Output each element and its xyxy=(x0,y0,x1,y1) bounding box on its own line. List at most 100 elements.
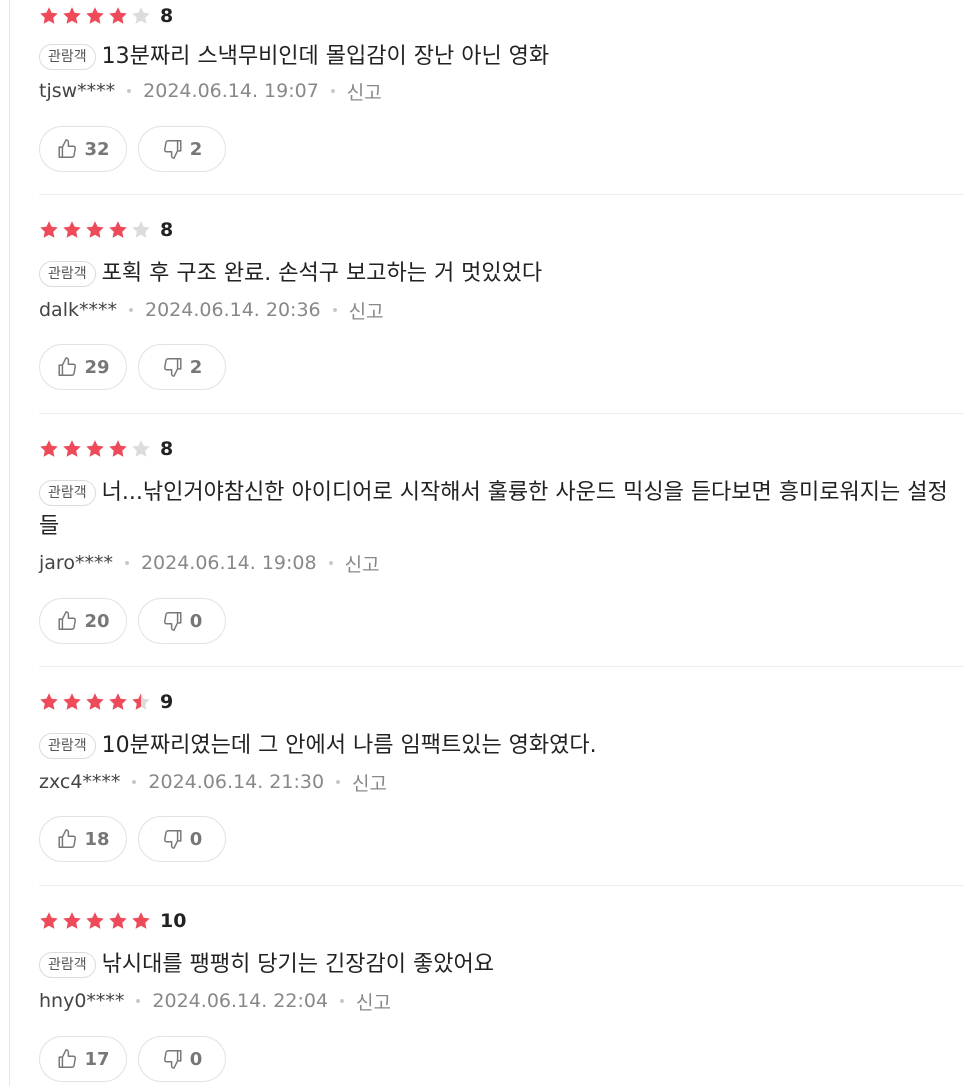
thumbs-up-icon xyxy=(58,1049,77,1068)
thumbs-down-icon xyxy=(163,140,182,159)
thumbs-up-icon xyxy=(58,611,77,630)
viewer-badge: 관람객 xyxy=(39,952,96,978)
star-filled-icon xyxy=(86,693,104,710)
star-filled-icon xyxy=(109,221,127,238)
star-rating xyxy=(39,220,154,240)
star-filled-icon xyxy=(40,912,58,929)
separator-dot xyxy=(136,999,141,1003)
author-name[interactable]: tjsw**** xyxy=(39,80,115,102)
rating: 8 xyxy=(39,5,173,27)
separator-dot xyxy=(328,561,333,565)
star-rating xyxy=(39,439,154,459)
thumbs-up-icon xyxy=(58,829,77,848)
like-button[interactable]: 20 xyxy=(39,598,127,644)
review-text: 너...낚인거야참신한 아이디어로 시작해서 훌륭한 사운드 믹싱을 듣다보면 … xyxy=(39,480,948,539)
review-text: 10분짜리였는데 그 안에서 나름 임팩트있는 영화였다. xyxy=(101,733,597,758)
thumbs-down-icon xyxy=(163,358,182,377)
dislike-button[interactable]: 0 xyxy=(138,816,226,862)
review-body: 관람객 포획 후 구조 완료. 손석구 보고하는 거 멋있었다 xyxy=(39,257,964,291)
star-rating xyxy=(39,911,154,931)
vote-buttons: 20 0 xyxy=(39,598,237,644)
like-count: 20 xyxy=(84,610,110,632)
rating: 9 xyxy=(39,691,173,713)
review-item: 8 관람객 너...낚인거야참신한 아이디어로 시작해서 훌륭한 사운드 믹싱을 … xyxy=(39,414,964,667)
dislike-button[interactable]: 2 xyxy=(138,126,226,172)
star-filled-icon xyxy=(40,440,58,457)
review-text: 포획 후 구조 완료. 손석구 보고하는 거 멋있었다 xyxy=(101,261,543,286)
review-meta: zxc4**** 2024.06.14. 21:30 신고 xyxy=(39,769,387,795)
vote-buttons: 32 2 xyxy=(39,126,237,172)
star-filled-icon xyxy=(109,440,127,457)
rating-score: 8 xyxy=(160,5,174,27)
like-count: 29 xyxy=(84,356,110,378)
review-meta: tjsw**** 2024.06.14. 19:07 신고 xyxy=(39,78,382,104)
review-text: 낚시대를 팽팽히 당기는 긴장감이 좋았어요 xyxy=(101,952,494,977)
rating-score: 8 xyxy=(160,438,174,460)
review-meta: dalk**** 2024.06.14. 20:36 신고 xyxy=(39,297,384,323)
rating-score: 10 xyxy=(160,910,187,932)
review-date: 2024.06.14. 21:30 xyxy=(148,771,325,793)
star-filled-icon xyxy=(109,912,127,929)
star-filled-icon xyxy=(63,221,81,238)
star-filled-icon xyxy=(63,912,81,929)
vote-buttons: 18 0 xyxy=(39,816,237,862)
like-button[interactable]: 18 xyxy=(39,816,127,862)
dislike-button[interactable]: 2 xyxy=(138,344,226,390)
star-filled-icon xyxy=(40,221,58,238)
thumbs-up-icon xyxy=(58,139,77,158)
star-filled-icon xyxy=(86,440,104,457)
author-name[interactable]: zxc4**** xyxy=(39,771,120,793)
separator-dot xyxy=(124,561,129,565)
review-item: 10 관람객 낚시대를 팽팽히 당기는 긴장감이 좋았어요 hny0**** 20… xyxy=(39,886,964,1086)
viewer-badge: 관람객 xyxy=(39,480,96,506)
report-link[interactable]: 신고 xyxy=(352,769,387,796)
like-count: 32 xyxy=(84,138,110,160)
review-item: 8 관람객 13분짜리 스낵무비인데 몰입감이 장난 아닌 영화 tjsw****… xyxy=(39,0,964,195)
review-date: 2024.06.14. 22:04 xyxy=(152,990,329,1012)
vote-buttons: 17 0 xyxy=(39,1036,237,1082)
dislike-count: 2 xyxy=(189,138,203,160)
dislike-button[interactable]: 0 xyxy=(138,1036,226,1082)
viewer-badge: 관람객 xyxy=(39,261,96,287)
review-meta: hny0**** 2024.06.14. 22:04 신고 xyxy=(39,988,391,1014)
report-link[interactable]: 신고 xyxy=(347,78,382,105)
thumbs-up-icon xyxy=(58,357,77,376)
thumbs-down-icon xyxy=(163,1050,182,1069)
review-date: 2024.06.14. 19:08 xyxy=(140,552,317,574)
thumbs-down-icon xyxy=(163,612,182,631)
viewer-badge: 관람객 xyxy=(39,733,96,759)
star-filled-icon xyxy=(40,7,58,24)
like-button[interactable]: 32 xyxy=(39,126,127,172)
thumbs-down-icon xyxy=(163,830,182,849)
star-filled-icon xyxy=(63,693,81,710)
author-name[interactable]: dalk**** xyxy=(39,299,117,321)
rating: 10 xyxy=(39,910,186,932)
report-link[interactable]: 신고 xyxy=(345,550,380,577)
star-rating xyxy=(39,692,154,712)
dislike-count: 0 xyxy=(189,828,203,850)
review-body: 관람객 낚시대를 팽팽히 당기는 긴장감이 좋았어요 xyxy=(39,948,964,982)
star-filled-icon xyxy=(63,7,81,24)
separator-dot xyxy=(336,780,341,784)
review-list: 8 관람객 13분짜리 스낵무비인데 몰입감이 장난 아닌 영화 tjsw****… xyxy=(39,0,964,1086)
star-empty-icon xyxy=(132,221,150,238)
dislike-button[interactable]: 0 xyxy=(138,598,226,644)
like-button[interactable]: 29 xyxy=(39,344,127,390)
report-link[interactable]: 신고 xyxy=(349,297,384,324)
review-item: 8 관람객 포획 후 구조 완료. 손석구 보고하는 거 멋있었다 dalk***… xyxy=(39,195,964,414)
author-name[interactable]: hny0**** xyxy=(39,990,124,1012)
review-body: 관람객 너...낚인거야참신한 아이디어로 시작해서 훌륭한 사운드 믹싱을 듣다… xyxy=(39,476,964,544)
separator-dot xyxy=(332,308,337,312)
star-filled-icon xyxy=(86,221,104,238)
review-text: 13분짜리 스낵무비인데 몰입감이 장난 아닌 영화 xyxy=(101,44,550,69)
review-meta: jaro**** 2024.06.14. 19:08 신고 xyxy=(39,550,380,576)
dislike-count: 2 xyxy=(189,356,203,378)
viewer-badge: 관람객 xyxy=(39,44,96,70)
rating: 8 xyxy=(39,438,173,460)
star-filled-icon xyxy=(109,7,127,24)
author-name[interactable]: jaro**** xyxy=(39,552,113,574)
like-button[interactable]: 17 xyxy=(39,1036,127,1082)
star-filled-icon xyxy=(40,693,58,710)
report-link[interactable]: 신고 xyxy=(356,988,391,1015)
review-body: 관람객 13분짜리 스낵무비인데 몰입감이 장난 아닌 영화 xyxy=(39,40,964,74)
